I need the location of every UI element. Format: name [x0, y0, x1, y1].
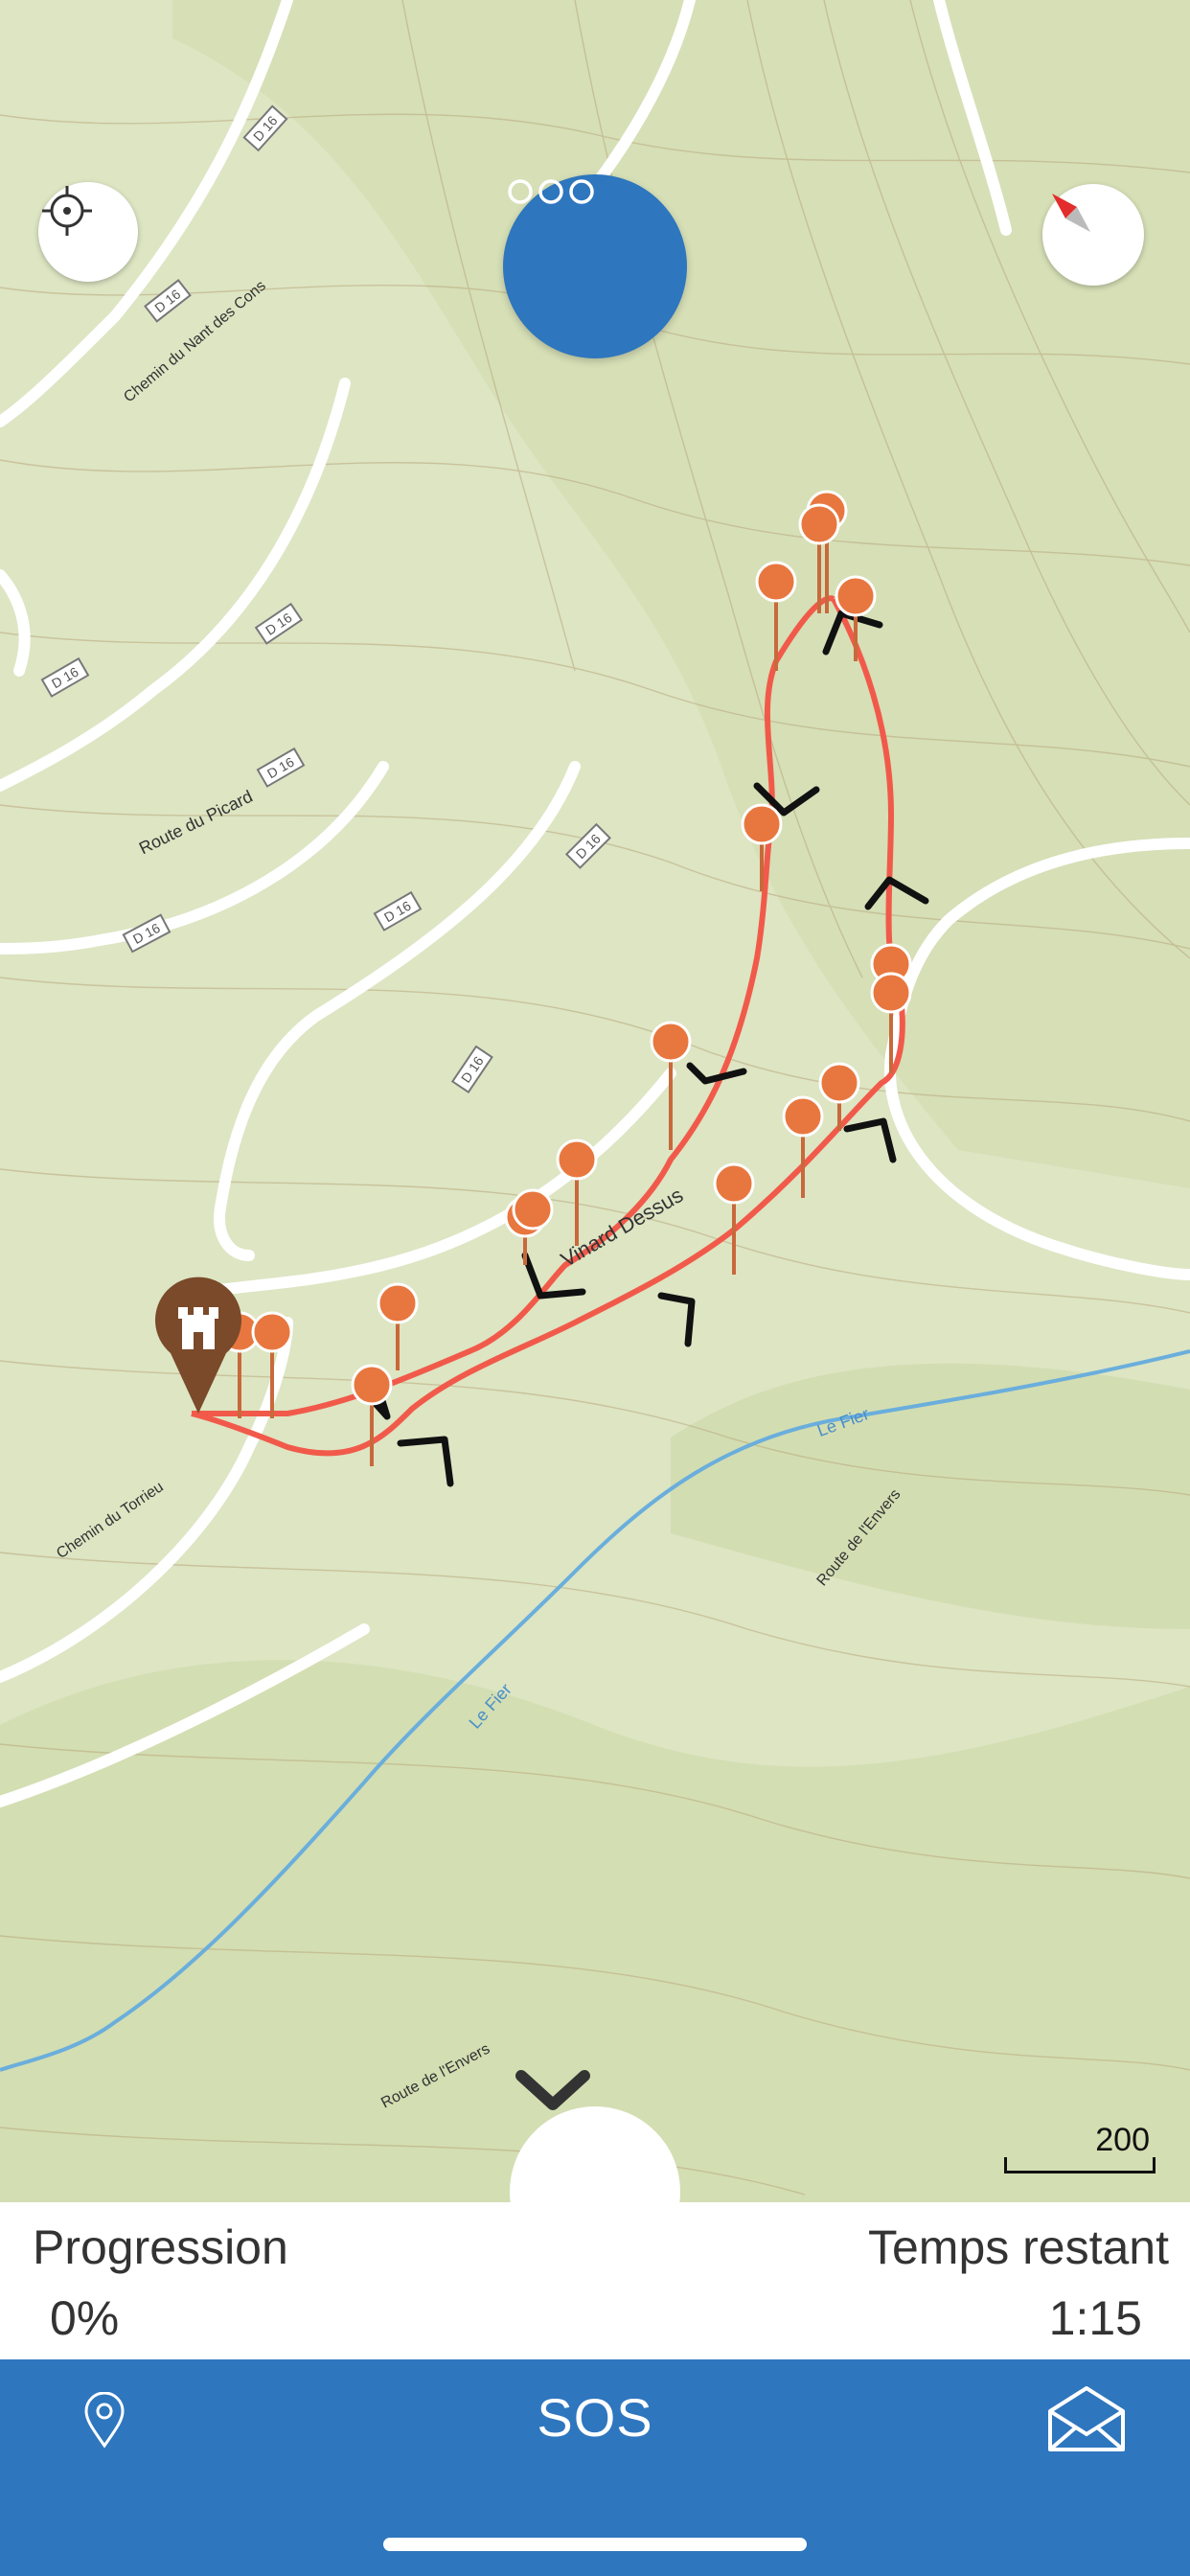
- sos-button[interactable]: SOS: [0, 2386, 1190, 2449]
- scale-bar: [1004, 2157, 1156, 2174]
- message-button[interactable]: [1044, 2382, 1129, 2455]
- scale-label: 200: [1095, 2122, 1150, 2158]
- more-menu-button[interactable]: [503, 174, 687, 358]
- locate-button[interactable]: [38, 182, 138, 282]
- map-view[interactable]: D 16 D 16 D 16 D 16 D 16 D 16 D 16 D 16 …: [0, 0, 1190, 2202]
- compass-icon: [1052, 194, 1090, 232]
- remaining-time-label: Temps restant: [867, 2220, 1169, 2274]
- stats-panel: Progression 0% Temps restant 1:15: [0, 2202, 1190, 2359]
- chevron-down-icon: [515, 2070, 590, 2110]
- home-indicator: [383, 2538, 807, 2551]
- more-icon: [508, 179, 594, 204]
- remaining-time-value: 1:15: [1048, 2291, 1142, 2345]
- envelope-icon: [1048, 2386, 1125, 2451]
- crosshair-icon: [42, 186, 92, 236]
- map-scale: 200: [1004, 2122, 1156, 2174]
- progress-value: 0%: [50, 2291, 120, 2345]
- progress-label: Progression: [33, 2220, 288, 2274]
- compass-button[interactable]: [1042, 184, 1144, 286]
